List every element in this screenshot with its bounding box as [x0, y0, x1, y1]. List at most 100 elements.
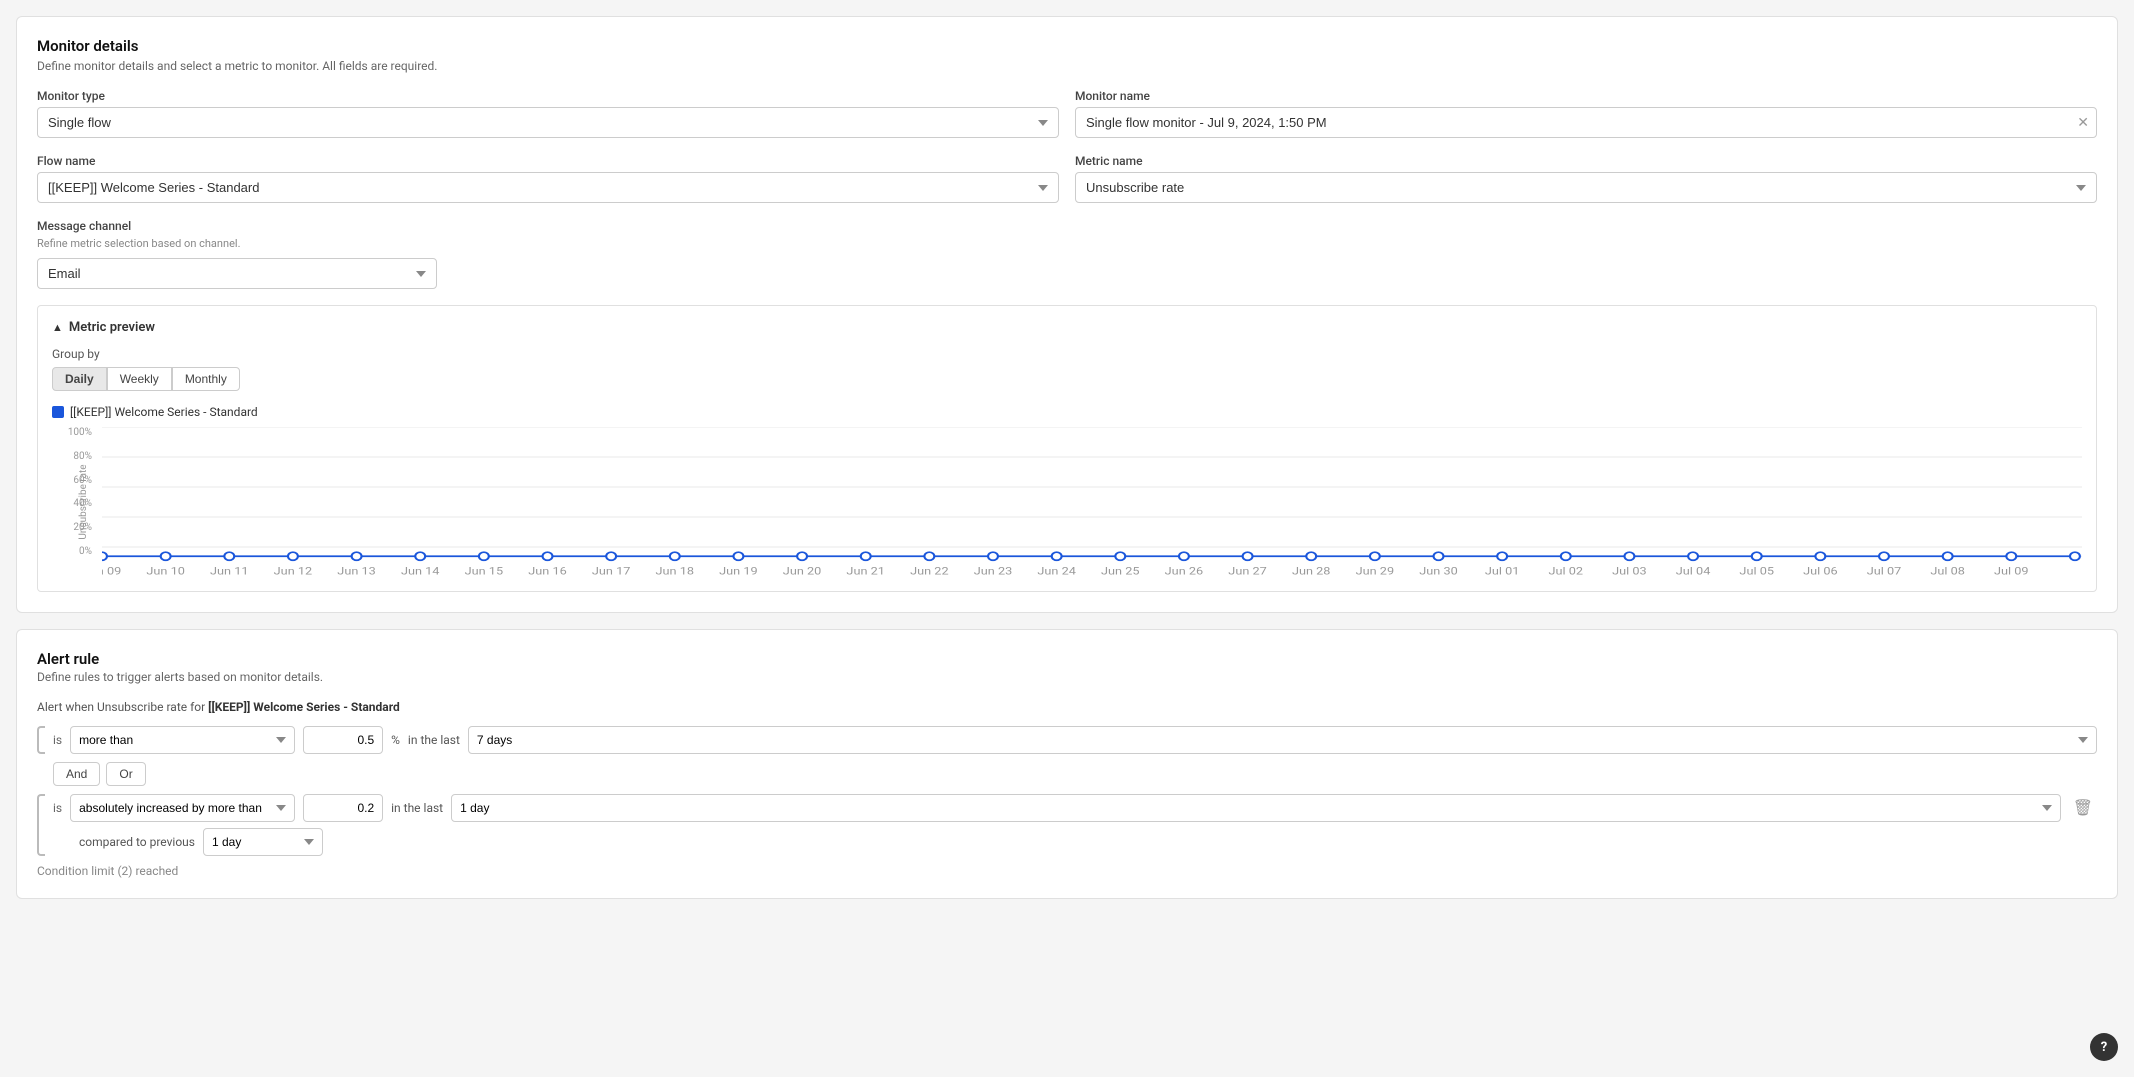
svg-text:Jun 21: Jun 21 [846, 565, 885, 577]
chart-container: 100% 80% 60% 40% 20% 0% Unsubscribe rate [52, 427, 2082, 577]
monitor-name-input-wrapper: ✕ [1075, 107, 2097, 138]
collapse-icon: ▲ [52, 321, 63, 334]
message-channel-select[interactable]: Email SMS Push [37, 258, 437, 289]
condition2-in-last-label: in the last [391, 801, 443, 815]
svg-text:Jun 26: Jun 26 [1165, 565, 1204, 577]
svg-text:Jun 14: Jun 14 [401, 565, 440, 577]
condition2-value-input[interactable] [303, 794, 383, 822]
svg-text:Jun 10: Jun 10 [146, 565, 185, 577]
svg-text:Jun 23: Jun 23 [974, 565, 1013, 577]
svg-text:Jun 25: Jun 25 [1101, 565, 1140, 577]
metric-name-label: Metric name [1075, 154, 2097, 168]
svg-text:Jun 20: Jun 20 [783, 565, 822, 577]
group-by-weekly-btn[interactable]: Weekly [107, 367, 172, 391]
svg-text:Jun 16: Jun 16 [528, 565, 567, 577]
flow-name-select[interactable]: [[KEEP]] Welcome Series - Standard [37, 172, 1059, 203]
svg-text:Jul 01: Jul 01 [1485, 565, 1520, 577]
flow-metric-row: Flow name [[KEEP]] Welcome Series - Stan… [37, 154, 2097, 203]
condition1-is-label: is [53, 733, 62, 747]
monitor-type-select[interactable]: Single flow Multi flow Campaign [37, 107, 1059, 138]
monitor-name-input[interactable] [1075, 107, 2097, 138]
monitor-details-section: Monitor details Define monitor details a… [16, 16, 2118, 613]
svg-text:Jul 04: Jul 04 [1676, 565, 1711, 577]
message-channel-group: Message channel Refine metric selection … [37, 219, 437, 289]
legend-label: [[KEEP]] Welcome Series - Standard [70, 405, 258, 419]
legend-dot [52, 406, 64, 418]
monitor-type-group: Monitor type Single flow Multi flow Camp… [37, 89, 1059, 138]
svg-text:Jun 22: Jun 22 [910, 565, 949, 577]
condition2-bracket-wrapper: is more than less than equal to absolute… [37, 794, 2097, 856]
condition2-operator-select[interactable]: more than less than equal to absolutely … [70, 794, 295, 822]
svg-text:Jul 07: Jul 07 [1867, 565, 1902, 577]
group-by-monthly-btn[interactable]: Monthly [172, 367, 240, 391]
chart-svg-container: Jun 09 Jun 10 Jun 11 Jun 12 Jun 13 Jun 1… [102, 427, 2082, 577]
svg-text:Jun 09: Jun 09 [102, 565, 121, 577]
help-button[interactable]: ? [2090, 1033, 2118, 1061]
or-button[interactable]: Or [106, 762, 145, 786]
condition1-percent: % [391, 733, 400, 747]
svg-text:Jul 06: Jul 06 [1803, 565, 1838, 577]
condition1-in-last-label: in the last [408, 733, 460, 747]
metric-name-group: Metric name Unsubscribe rate [1075, 154, 2097, 203]
svg-text:Jun 28: Jun 28 [1292, 565, 1331, 577]
monitor-type-label: Monitor type [37, 89, 1059, 103]
message-channel-subtitle: Refine metric selection based on channel… [37, 237, 437, 250]
condition1-period-select[interactable]: 1 day 7 days 14 days 30 days [468, 726, 2097, 754]
monitor-name-group: Monitor name ✕ [1075, 89, 2097, 138]
condition2-is-label: is [53, 801, 62, 815]
svg-text:Jun 12: Jun 12 [274, 565, 313, 577]
flow-name-label: Flow name [37, 154, 1059, 168]
condition1-operator-select[interactable]: more than less than equal to absolutely … [70, 726, 295, 754]
svg-text:Jun 30: Jun 30 [1419, 565, 1458, 577]
monitor-name-clear-icon[interactable]: ✕ [2077, 115, 2089, 131]
metric-preview-title: Metric preview [69, 320, 155, 335]
condition1-bracket-wrapper: is more than less than equal to absolute… [37, 726, 2097, 754]
chart-svg: Jun 09 Jun 10 Jun 11 Jun 12 Jun 13 Jun 1… [102, 427, 2082, 577]
message-channel-label: Message channel [37, 219, 437, 233]
svg-text:Jul 02: Jul 02 [1548, 565, 1583, 577]
svg-text:Jun 15: Jun 15 [465, 565, 504, 577]
svg-text:Jul 03: Jul 03 [1612, 565, 1647, 577]
monitor-type-name-row: Monitor type Single flow Multi flow Camp… [37, 89, 2097, 138]
metric-name-select[interactable]: Unsubscribe rate [1075, 172, 2097, 203]
compared-to-previous-label: compared to previous [79, 835, 195, 849]
alert-when-text: Alert when Unsubscribe rate for [[KEEP]]… [37, 700, 2097, 714]
metric-preview-header[interactable]: ▲ Metric preview [52, 320, 2082, 335]
condition2-period-select[interactable]: 1 day 7 days 14 days 30 days [451, 794, 2061, 822]
condition2-content: is more than less than equal to absolute… [53, 794, 2097, 856]
svg-text:Jun 24: Jun 24 [1037, 565, 1076, 577]
alert-rule-section: Alert rule Define rules to trigger alert… [16, 629, 2118, 899]
monitor-name-label: Monitor name [1075, 89, 2097, 103]
svg-text:Jun 19: Jun 19 [719, 565, 758, 577]
alert-when-flow: [[KEEP]] Welcome Series - Standard [208, 700, 400, 714]
and-button[interactable]: And [53, 762, 100, 786]
y-axis: 100% 80% 60% 40% 20% 0% [52, 427, 98, 557]
condition-limit-text: Condition limit (2) reached [37, 864, 2097, 878]
chart-legend: [[KEEP]] Welcome Series - Standard [52, 405, 2082, 419]
alert-when-prefix: Alert when Unsubscribe rate for [37, 700, 205, 714]
metric-preview-container: ▲ Metric preview Group by Daily Weekly M… [37, 305, 2097, 592]
condition2-bracket-line [37, 794, 45, 856]
svg-text:Jul 05: Jul 05 [1739, 565, 1774, 577]
svg-text:Jul 09: Jul 09 [1994, 565, 2029, 577]
condition1-content: is more than less than equal to absolute… [53, 726, 2097, 754]
compared-to-select[interactable]: 1 day 7 days 14 days [203, 828, 323, 856]
svg-text:Jun 11: Jun 11 [210, 565, 249, 577]
condition1-row: is more than less than equal to absolute… [53, 726, 2097, 754]
y-label-0: 0% [79, 546, 92, 557]
message-channel-row: Message channel Refine metric selection … [37, 219, 2097, 289]
alert-rule-title: Alert rule [37, 650, 2097, 668]
condition2-delete-button[interactable]: 🗑 [2069, 796, 2097, 820]
svg-text:Jun 27: Jun 27 [1228, 565, 1267, 577]
svg-text:Jun 13: Jun 13 [337, 565, 376, 577]
group-by-daily-btn[interactable]: Daily [52, 367, 107, 391]
alert-rule-subtitle: Define rules to trigger alerts based on … [37, 670, 2097, 684]
and-or-row: And Or [53, 762, 2097, 786]
condition2-main-row: is more than less than equal to absolute… [53, 794, 2097, 822]
condition2-compared-row: compared to previous 1 day 7 days 14 day… [53, 828, 2097, 856]
condition1-value-input[interactable] [303, 726, 383, 754]
y-label-80: 80% [73, 451, 92, 462]
flow-name-group: Flow name [[KEEP]] Welcome Series - Stan… [37, 154, 1059, 203]
svg-text:Jun 18: Jun 18 [656, 565, 695, 577]
condition1-bracket-line [37, 726, 45, 754]
